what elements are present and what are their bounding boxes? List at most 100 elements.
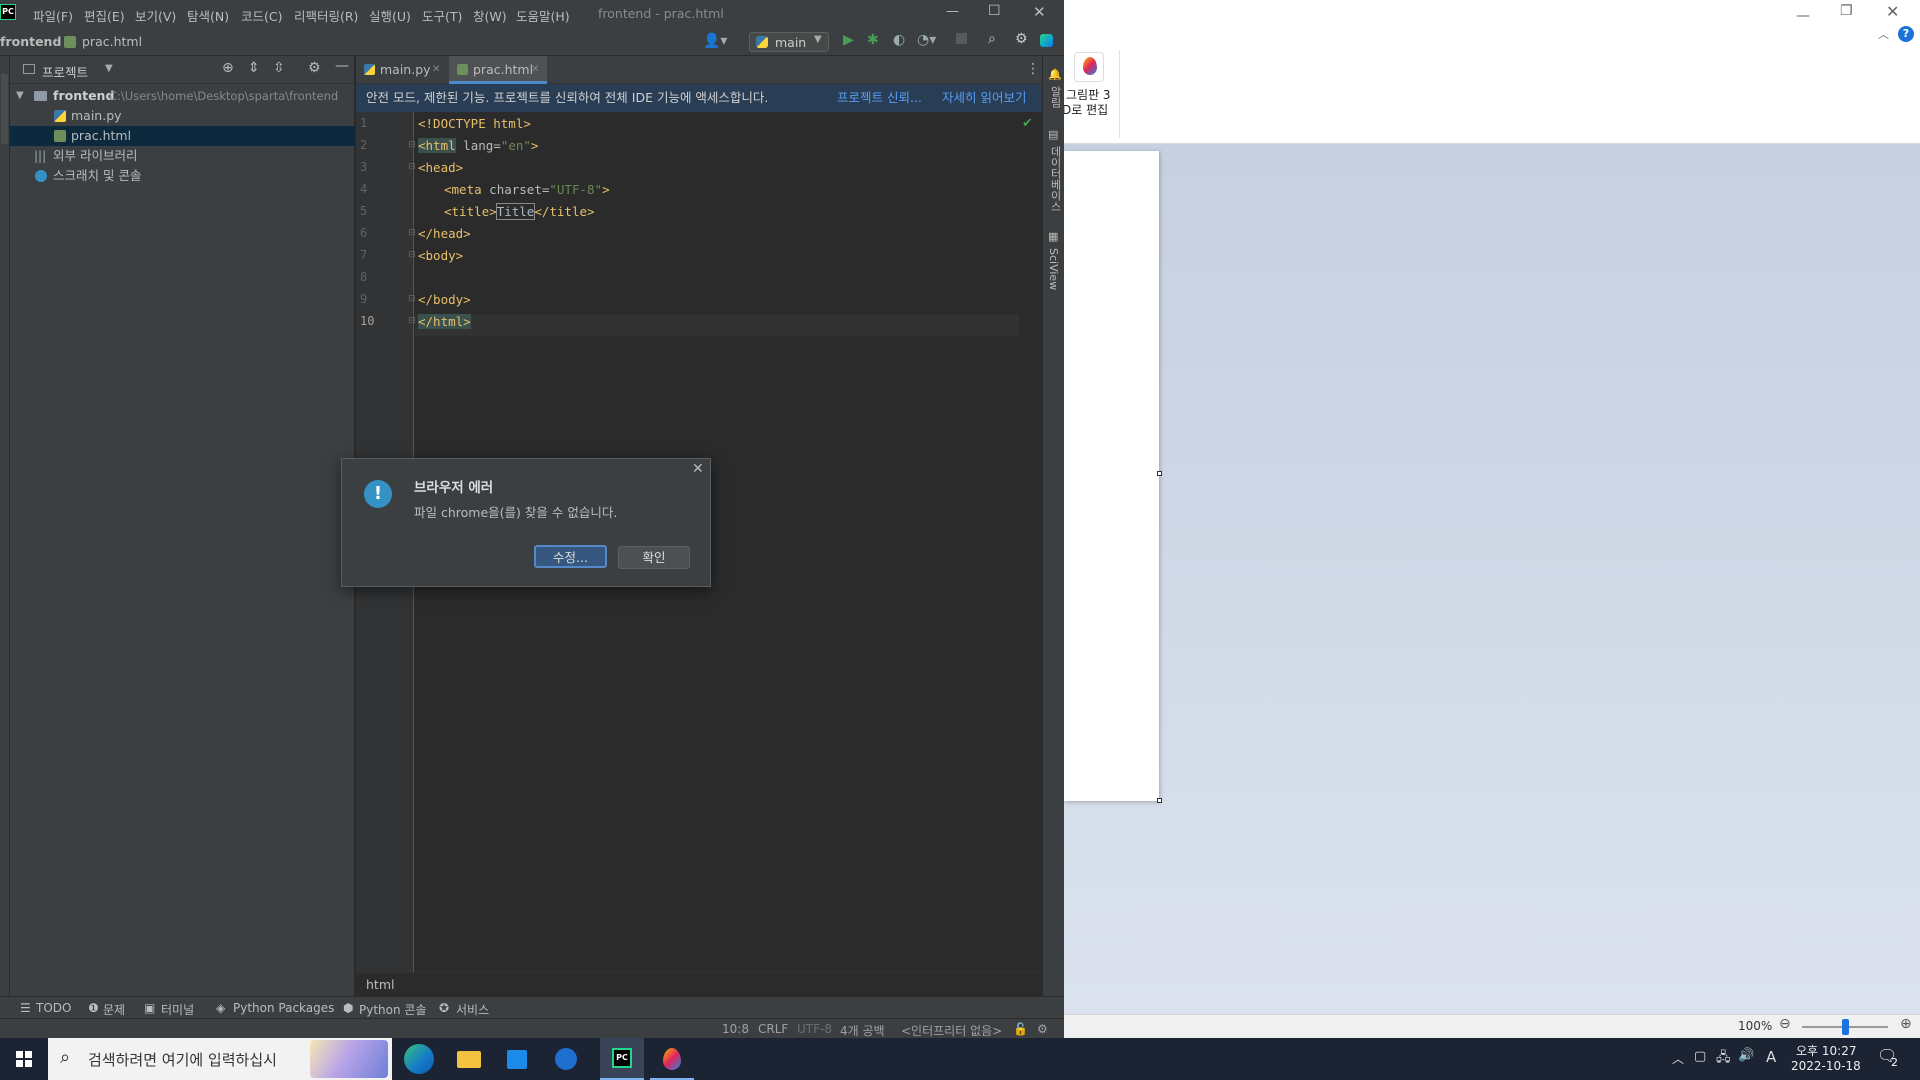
expand-all-icon[interactable]: ⇕ xyxy=(248,60,260,76)
database-tab[interactable]: 데이터베이스 xyxy=(1047,146,1063,212)
restore-icon[interactable]: ❐ xyxy=(1840,3,1853,19)
debug-icon[interactable]: ✱ xyxy=(867,32,879,48)
network-icon[interactable]: 🖧 xyxy=(1716,1048,1731,1070)
chevron-down-icon[interactable]: ▼ xyxy=(105,63,113,74)
pycharm-taskbar-icon[interactable]: PC xyxy=(600,1038,644,1080)
close-icon[interactable]: ✕ xyxy=(1033,3,1046,21)
menu-tools[interactable]: 도구(T) xyxy=(422,6,462,25)
breadcrumb-project[interactable]: frontend xyxy=(0,34,61,49)
vcs-user-icon[interactable]: 👤▾ xyxy=(703,33,727,49)
start-button[interactable] xyxy=(16,1051,32,1067)
canvas-resize-handle[interactable] xyxy=(1157,798,1162,803)
run-icon[interactable]: ▶ xyxy=(843,32,854,48)
lock-icon[interactable]: 🔓 xyxy=(1013,1022,1028,1036)
menu-edit[interactable]: 편집(E) xyxy=(84,6,125,25)
read-more-link[interactable]: 자세히 읽어보기 xyxy=(942,84,1026,112)
breadcrumb-file[interactable]: prac.html xyxy=(82,34,142,49)
file-encoding[interactable]: UTF-8 xyxy=(797,1022,832,1036)
tool-tab-python-console[interactable]: Python 콘솔 xyxy=(359,1001,427,1018)
inspection-ok-icon[interactable]: ✔ xyxy=(1022,116,1033,131)
sciview-tab[interactable]: SciView xyxy=(1047,248,1060,290)
menu-run[interactable]: 실행(U) xyxy=(369,6,411,25)
indent-setting[interactable]: 4개 공백 xyxy=(840,1022,885,1039)
canvas-resize-handle[interactable] xyxy=(1157,471,1162,476)
tree-item-prac-html[interactable]: prac.html xyxy=(10,126,355,146)
chevron-down-icon[interactable]: ▼ xyxy=(16,86,24,106)
tool-tab-terminal[interactable]: 터미널 xyxy=(161,1001,194,1018)
paint-canvas-area[interactable] xyxy=(1064,144,1920,1014)
edge-icon[interactable] xyxy=(404,1044,434,1074)
search-icon[interactable]: ⌕ xyxy=(988,31,996,47)
sciview-icon[interactable]: ▦ xyxy=(1048,230,1058,243)
microsoft-store-icon[interactable] xyxy=(502,1044,532,1074)
hide-panel-icon[interactable]: — xyxy=(335,58,349,74)
help-icon[interactable]: ? xyxy=(1898,26,1914,42)
caret-position[interactable]: 10:8 xyxy=(722,1022,749,1036)
menu-file[interactable]: 파일(F) xyxy=(33,6,73,25)
minimize-icon[interactable]: — xyxy=(1796,8,1810,24)
tree-item-scratches[interactable]: 스크래치 및 콘솔 xyxy=(10,166,355,186)
database-icon[interactable]: ▤ xyxy=(1048,128,1058,141)
close-icon[interactable]: ✕ xyxy=(692,461,704,477)
interpreter-selector[interactable]: <인터프리터 없음> xyxy=(901,1022,1002,1039)
tool-tab-todo[interactable]: TODO xyxy=(36,1001,71,1015)
zoom-out-icon[interactable]: ⊖ xyxy=(1779,1016,1791,1032)
notifications-tab[interactable]: 알림 xyxy=(1047,86,1063,108)
tab-main-py[interactable]: main.py ✕ xyxy=(356,56,446,84)
app-blue-icon[interactable] xyxy=(551,1044,581,1074)
run-config-select[interactable]: main ▼ xyxy=(749,32,829,52)
services-icon: ✪ xyxy=(439,1001,450,1015)
line-separator[interactable]: CRLF xyxy=(758,1022,788,1036)
edit-with-paint3d-button[interactable]: 그림판 3 D로 편집 xyxy=(1062,52,1116,122)
menu-view[interactable]: 보기(V) xyxy=(135,6,176,25)
breadcrumb-html[interactable]: html xyxy=(366,973,394,997)
notification-center-button[interactable]: 🗨 2 xyxy=(1877,1046,1901,1070)
tool-tab-python-packages[interactable]: Python Packages xyxy=(233,1001,334,1015)
profile-icon[interactable]: ◔▾ xyxy=(917,32,936,48)
close-tab-icon[interactable]: ✕ xyxy=(531,56,539,84)
menu-code[interactable]: 코드(C) xyxy=(241,6,282,25)
taskbar-search-box[interactable]: ⌕ 검색하려면 여기에 입력하십시 xyxy=(48,1038,392,1080)
tool-tab-problems[interactable]: 문제 xyxy=(103,1001,125,1018)
gear-icon[interactable]: ⚙ xyxy=(308,60,321,76)
zoom-slider-thumb[interactable] xyxy=(1842,1019,1849,1035)
tab-prac-html[interactable]: prac.html ✕ xyxy=(449,56,547,84)
meet-now-icon[interactable]: ▢ xyxy=(1694,1049,1706,1064)
zoom-in-icon[interactable]: ⊕ xyxy=(1900,1016,1912,1032)
tree-item-root[interactable]: ▼ frontend C:\Users\home\Desktop\sparta\… xyxy=(10,86,355,106)
locate-file-icon[interactable]: ⊕ xyxy=(222,60,234,76)
chevron-up-icon[interactable]: ︿ xyxy=(1878,26,1889,42)
paint3d-taskbar-icon[interactable] xyxy=(650,1038,694,1080)
volume-icon[interactable]: 🔊 xyxy=(1738,1048,1754,1063)
tool-tab-services[interactable]: 서비스 xyxy=(456,1001,489,1018)
file-explorer-icon[interactable] xyxy=(454,1044,484,1074)
stop-icon[interactable] xyxy=(956,33,967,44)
ime-indicator[interactable]: A xyxy=(1766,1048,1776,1066)
collapse-all-icon[interactable]: ⇳ xyxy=(273,60,285,76)
more-options-icon[interactable]: ⋮ xyxy=(1026,61,1040,77)
menu-refactor[interactable]: 리팩터링(R) xyxy=(294,6,358,25)
tree-item-main-py[interactable]: main.py xyxy=(10,106,355,126)
settings-icon[interactable]: ⚙ xyxy=(1015,31,1028,47)
menu-help[interactable]: 도움말(H) xyxy=(516,6,570,25)
paint-canvas[interactable] xyxy=(1064,151,1159,801)
chevron-up-icon[interactable]: ︿ xyxy=(1672,1050,1684,1067)
close-icon[interactable]: ✕ xyxy=(1886,2,1899,21)
close-tab-icon[interactable]: ✕ xyxy=(432,56,440,84)
inspection-icon[interactable]: ⚙ xyxy=(1037,1022,1048,1036)
project-tool-tab[interactable] xyxy=(1,74,8,144)
tree-item-external-libraries[interactable]: ||| 외부 라이브러리 xyxy=(10,146,355,166)
ok-button[interactable]: 확인 xyxy=(618,546,690,569)
maximize-icon[interactable]: ☐ xyxy=(988,3,1001,19)
project-view-select[interactable]: 프로젝트 xyxy=(42,62,88,81)
trust-project-link[interactable]: 프로젝트 신뢰... xyxy=(837,84,922,112)
menu-navigate[interactable]: 탐색(N) xyxy=(187,6,229,25)
edit-button[interactable]: 수정... xyxy=(534,545,607,568)
menu-window[interactable]: 창(W) xyxy=(473,6,507,25)
coverage-icon[interactable]: ◐ xyxy=(893,32,905,48)
minimize-icon[interactable]: — xyxy=(946,4,959,19)
bell-icon[interactable]: 🔔 xyxy=(1048,68,1062,81)
clock-date[interactable]: 2022-10-18 xyxy=(1791,1059,1861,1073)
clock-time[interactable]: 오후 10:27 xyxy=(1796,1042,1856,1059)
jetbrains-toolbox-icon[interactable] xyxy=(1040,34,1053,47)
